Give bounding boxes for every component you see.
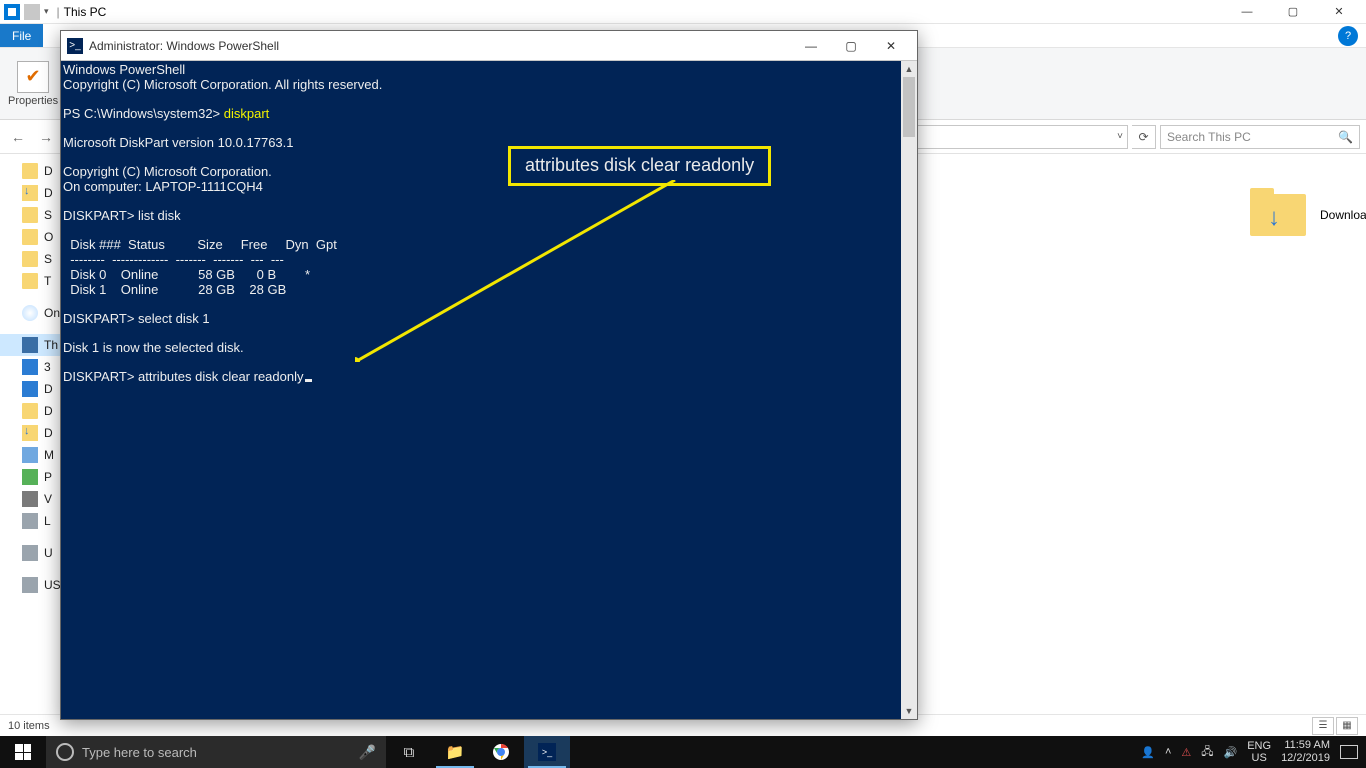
ps-line: Disk 1 Online 28 GB 28 GB xyxy=(63,282,286,297)
back-button[interactable]: ← xyxy=(6,125,30,149)
cortana-icon xyxy=(56,743,74,761)
ps-titlebar[interactable]: >_ Administrator: Windows PowerShell — ▢… xyxy=(61,31,917,61)
ps-line: On computer: LAPTOP-1111CQH4 xyxy=(63,179,263,194)
security-icon[interactable]: ⚠ xyxy=(1181,746,1191,759)
powershell-window: >_ Administrator: Windows PowerShell — ▢… xyxy=(60,30,918,720)
start-button[interactable] xyxy=(0,736,46,768)
window-title: This PC xyxy=(64,5,107,19)
ps-console[interactable]: Windows PowerShell Copyright (C) Microso… xyxy=(61,61,901,719)
ps-line: Copyright (C) Microsoft Corporation. All… xyxy=(63,77,382,92)
details-view-button[interactable]: ☰ xyxy=(1312,717,1334,735)
action-center-icon[interactable] xyxy=(1340,745,1358,759)
search-placeholder: Search This PC xyxy=(1167,130,1251,144)
tab-file[interactable]: File xyxy=(0,24,43,47)
ps-minimize-button[interactable]: — xyxy=(791,31,831,61)
cursor-icon xyxy=(305,379,312,382)
ps-scrollbar[interactable]: ▲ ▼ xyxy=(901,61,917,719)
folder-icon xyxy=(24,4,40,20)
minimize-button[interactable]: — xyxy=(1224,0,1270,24)
tray-chevron-up-icon[interactable]: ˄ xyxy=(1165,746,1171,758)
ps-close-button[interactable]: ✕ xyxy=(871,31,911,61)
scroll-down-icon[interactable]: ▼ xyxy=(901,703,917,719)
address-dropdown-icon[interactable]: ˅ xyxy=(1117,131,1123,142)
help-icon[interactable]: ? xyxy=(1338,26,1358,46)
maximize-button[interactable]: ▢ xyxy=(1270,0,1316,24)
properties-icon: ✔ xyxy=(17,61,49,93)
folder-icon: ↓ xyxy=(1250,194,1306,236)
properties-button[interactable]: ✔ Properties xyxy=(8,61,58,107)
ps-line: Copyright (C) Microsoft Corporation. xyxy=(63,164,272,179)
refresh-button[interactable]: ⟳ xyxy=(1132,125,1156,149)
ps-line: Disk ### Status Size Free Dyn Gpt xyxy=(63,237,337,252)
folder-label: Downloads xyxy=(1320,208,1366,222)
mic-icon[interactable]: 🎤 xyxy=(359,744,376,761)
explorer-titlebar[interactable]: ▾ | This PC — ▢ ✕ xyxy=(0,0,1366,24)
forward-button[interactable]: → xyxy=(34,125,58,149)
close-button[interactable]: ✕ xyxy=(1316,0,1362,24)
ps-prompt: PS C:\Windows\system32> xyxy=(63,106,224,121)
ps-line: DISKPART> select disk 1 xyxy=(63,311,210,326)
item-count: 10 items xyxy=(8,720,50,732)
chrome-icon xyxy=(492,743,510,761)
people-icon[interactable]: 👤 xyxy=(1141,746,1155,759)
scroll-thumb[interactable] xyxy=(903,77,915,137)
taskbar-search-placeholder: Type here to search xyxy=(82,745,197,760)
network-icon[interactable]: 🖧 xyxy=(1201,743,1213,762)
scroll-up-icon[interactable]: ▲ xyxy=(901,61,917,77)
taskbar-powershell[interactable]: >_ xyxy=(524,736,570,768)
titlebar-dropdown-icon[interactable]: ▾ xyxy=(44,6,49,17)
downloads-folder[interactable]: ↓ Downloads xyxy=(1250,194,1306,236)
ps-line: DISKPART> attributes disk clear readonly xyxy=(63,369,304,384)
ps-line: -------- ------------- ------- ------- -… xyxy=(63,252,284,267)
volume-icon[interactable]: 🔊 xyxy=(1224,746,1238,759)
icons-view-button[interactable]: ▦ xyxy=(1336,717,1358,735)
windows-logo-icon xyxy=(15,744,31,760)
search-icon: 🔍 xyxy=(1338,130,1353,144)
ps-line: Disk 1 is now the selected disk. xyxy=(63,340,244,355)
task-view-button[interactable]: ⧉ xyxy=(386,736,432,768)
ps-command: diskpart xyxy=(224,106,270,121)
powershell-icon: >_ xyxy=(538,743,556,761)
clock[interactable]: 11:59 AM12/2/2019 xyxy=(1281,739,1330,765)
taskbar: Type here to search 🎤 ⧉ 📁 >_ 👤 ˄ ⚠ 🖧 🔊 E… xyxy=(0,736,1366,768)
ps-maximize-button[interactable]: ▢ xyxy=(831,31,871,61)
ps-title: Administrator: Windows PowerShell xyxy=(89,39,279,53)
ps-line: Microsoft DiskPart version 10.0.17763.1 xyxy=(63,135,294,150)
ps-line: Disk 0 Online 58 GB 0 B * xyxy=(63,267,310,282)
language-indicator[interactable]: ENGUS xyxy=(1247,740,1271,764)
system-tray[interactable]: 👤 ˄ ⚠ 🖧 🔊 ENGUS 11:59 AM12/2/2019 xyxy=(1133,739,1366,765)
powershell-icon: >_ xyxy=(67,38,83,54)
ps-line: Windows PowerShell xyxy=(63,62,185,77)
taskbar-search[interactable]: Type here to search 🎤 xyxy=(46,736,386,768)
taskbar-chrome[interactable] xyxy=(478,736,524,768)
quick-access-icon xyxy=(4,4,20,20)
taskbar-explorer[interactable]: 📁 xyxy=(432,736,478,768)
titlebar-separator: | xyxy=(57,5,60,19)
ps-line: DISKPART> list disk xyxy=(63,208,181,223)
search-box[interactable]: Search This PC 🔍 xyxy=(1160,125,1360,149)
properties-label: Properties xyxy=(8,95,58,107)
